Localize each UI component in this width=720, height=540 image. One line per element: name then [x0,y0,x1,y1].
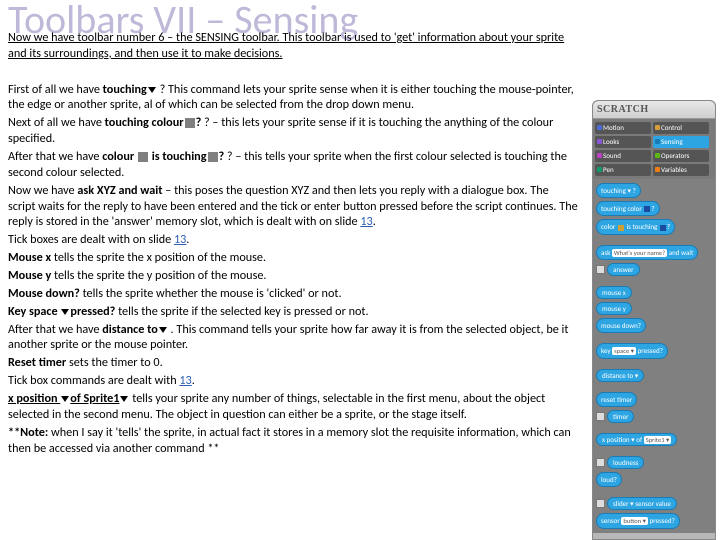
color-swatch [138,152,148,162]
block-mousex[interactable]: mouse x [596,286,632,299]
block-mousedown[interactable]: mouse down? [596,318,646,333]
palette-header: SCRATCH [593,101,715,119]
cat-variables[interactable]: Variables [653,164,709,176]
dropdown-icon [61,309,69,315]
body-text: Now we have toolbar number 6 – the SENSI… [8,30,578,458]
slide-link-13[interactable]: 13 [360,214,372,229]
block-sensor-pressed[interactable]: sensor button ▾ pressed? [596,513,680,529]
block-answer[interactable]: answer [607,263,640,276]
block-loudness[interactable]: loudness [607,456,644,469]
slide-link-13[interactable]: 13 [174,232,186,247]
block-touching[interactable]: touching ▾ ? [596,183,641,198]
cat-control[interactable]: Control [653,122,709,134]
block-distance[interactable]: distance to ▾ [596,369,644,382]
block-mousey[interactable]: mouse y [596,302,632,315]
cat-looks[interactable]: Looks [595,136,651,148]
scratch-logo: SCRATCH [597,104,649,115]
dropdown-icon [61,396,69,402]
cat-sound[interactable]: Sound [595,150,651,162]
category-grid: Motion Control Looks Sensing Sound Opera… [593,119,715,179]
cat-motion[interactable]: Motion [595,122,651,134]
block-color-touching[interactable]: color is touching ? [596,219,675,234]
color-swatch [185,118,195,128]
block-sensor-value[interactable]: slider ▾ sensor value [607,497,677,510]
cat-pen[interactable]: Pen [595,164,651,176]
block-ask[interactable]: ask What's your name? and wait [596,245,698,261]
cat-sensing[interactable]: Sensing [653,136,709,148]
checkbox-icon[interactable] [596,458,605,467]
color-swatch [208,152,218,162]
slide-link-13[interactable]: 13 [179,373,191,388]
blocks-list: touching ▾ ? touching color ? color is t… [593,179,715,533]
dropdown-icon [148,87,156,93]
block-touching-color[interactable]: touching color ? [596,201,660,216]
block-timer[interactable]: timer [607,410,634,423]
checkbox-icon[interactable] [596,265,605,274]
dropdown-icon [120,396,128,402]
block-reset-timer[interactable]: reset timer [596,392,637,407]
scratch-palette: SCRATCH Motion Control Looks Sensing Sou… [592,100,716,540]
block-key-pressed[interactable]: key space ▾ pressed? [596,343,668,359]
block-of-sprite[interactable]: x position ▾ of Sprite1 ▾ [596,433,677,447]
checkbox-icon[interactable] [596,412,605,421]
checkbox-icon[interactable] [596,499,605,508]
block-loud[interactable]: loud? [596,472,622,487]
cat-operators[interactable]: Operators [653,150,709,162]
dropdown-icon [159,327,167,333]
